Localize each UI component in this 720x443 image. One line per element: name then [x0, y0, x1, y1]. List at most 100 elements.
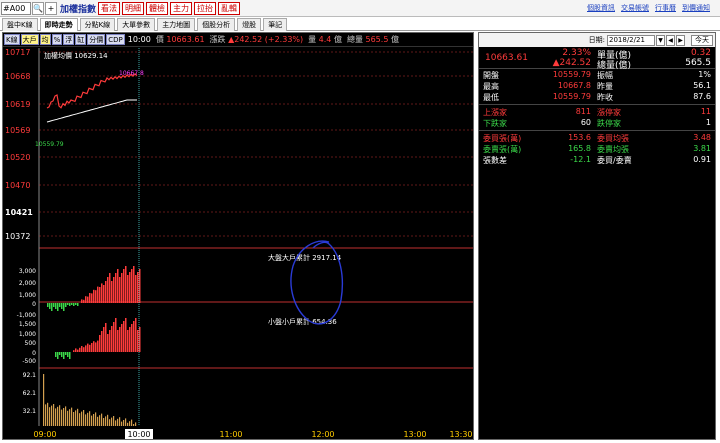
unit-vol-value: 0.32 — [690, 48, 711, 58]
panel2-bar — [59, 303, 61, 307]
panel3-bar — [87, 343, 89, 352]
total-vol-value: 565.5 — [685, 58, 711, 68]
change-value: ▲242.52 (+2.33%) — [228, 35, 304, 44]
panel2-bar — [85, 296, 87, 303]
quote-row: 最低 10559.79 昨收 87.6 — [479, 92, 715, 102]
panel3-bar — [137, 330, 139, 352]
volume-bar — [123, 420, 125, 426]
chart-canvas[interactable]: 10717 10668 10619 10569 10520 10470 10421 10372… — [3, 48, 473, 440]
quote-cell: 委買均張 — [597, 134, 629, 143]
quote-cell: 委買/委賣 — [597, 156, 632, 165]
panel3-bar — [101, 331, 103, 352]
quote-body: 10663.61 2.33% ▲242.52 單量(億) 0.32 總量(億) … — [479, 47, 715, 165]
chart-btn-average[interactable]: 均 — [39, 34, 51, 45]
chart-btn-gang[interactable]: 缸 — [75, 34, 87, 45]
chart-btn-float[interactable]: 浮 — [63, 34, 75, 45]
tab-notes[interactable]: 筆記 — [263, 18, 288, 31]
chevron-down-icon[interactable]: ▼ — [656, 34, 665, 46]
chart-btn-kline[interactable]: K線 — [4, 34, 20, 45]
toolbar-button-misc[interactable]: 亂輯 — [218, 1, 241, 15]
chart-btn-cdp[interactable]: CDP — [106, 34, 125, 45]
panel3-tick: 1,000 — [19, 331, 36, 338]
panel3-tick: 1,500 — [19, 321, 36, 328]
link-calendar[interactable]: 行事曆 — [655, 3, 676, 13]
quote-cell: 昨收 — [597, 93, 613, 102]
link-trade-account[interactable]: 交易帳號 — [621, 3, 649, 13]
panel2-bar — [113, 277, 115, 303]
time-label: 12:00 — [311, 430, 334, 439]
stock-code-input[interactable] — [1, 1, 31, 15]
volume-unit: 億 — [333, 35, 342, 44]
panel2-bar — [47, 303, 49, 307]
quote-row: 開盤 10559.79 振幅 1% — [479, 70, 715, 80]
total-field: 總量 565.5 億 — [347, 34, 399, 45]
quote-cell: 10559.79 — [552, 70, 591, 79]
chart-btn-percent[interactable]: % — [51, 34, 63, 45]
quote-cell: 下跌家 — [483, 119, 507, 128]
total-label: 總量 — [346, 35, 363, 44]
volume-value: 4.4 — [318, 35, 332, 44]
panel2-bar — [125, 266, 127, 303]
panel2-bar — [115, 273, 117, 303]
quote-rows-price: 開盤 10559.79 振幅 1% 最高 10667.8 昨量 56.1 最低 10559.79 昨… — [479, 70, 715, 102]
quote-panel: 日期: 2018/2/21 ▼ ◀ ▶ 今天 10663.61 2.33% ▲2… — [478, 32, 716, 440]
tab-main-force-map[interactable]: 主力地圖 — [157, 18, 196, 31]
quote-cell: 漲停家 — [597, 108, 621, 117]
ma-line — [46, 99, 137, 123]
top-toolbar: 🔍 + 加權指數 看法 明細 體檢 主力 拉抬 亂輯 個股資訊 交易帳號 行事曆… — [0, 0, 720, 17]
panel2-bar — [83, 299, 85, 303]
price-field: 價 10663.61 — [156, 34, 205, 45]
quote-chg: ▲242.52 — [552, 58, 591, 68]
quote-cell: 3.48 — [693, 133, 711, 142]
tab-light-stock[interactable]: 燈股 — [237, 18, 262, 31]
volume-field: 量 4.4 億 — [308, 34, 342, 45]
date-label: 日期: — [588, 36, 605, 44]
link-stock-info[interactable]: 個股資訊 — [587, 3, 615, 13]
toolbar-button-view[interactable]: 看法 — [98, 1, 121, 15]
date-picker[interactable]: 2018/2/21 — [607, 34, 655, 46]
volume-bar — [105, 416, 107, 426]
volume-bar — [91, 415, 93, 426]
chart-btn-big-holder[interactable]: 大戶 — [20, 34, 39, 45]
tab-big-order[interactable]: 大單參數 — [117, 18, 156, 31]
tab-minute-kline[interactable]: 分點K線 — [79, 18, 116, 31]
panel2-bar — [73, 303, 75, 306]
volume-bar — [131, 419, 133, 426]
chart-btn-price-dist[interactable]: 分價 — [87, 34, 106, 45]
tab-intraday-kline[interactable]: 盤中K線 — [2, 18, 38, 31]
volume-bar — [101, 413, 103, 426]
toolbar-button-check[interactable]: 體檢 — [146, 1, 169, 15]
today-button[interactable]: 今天 — [691, 34, 713, 46]
tab-stock-analysis[interactable]: 個股分析 — [197, 18, 236, 31]
link-price-alert[interactable]: 到價通知 — [682, 3, 710, 13]
volume-bar — [119, 417, 121, 426]
panel2-tick: 0 — [32, 301, 36, 308]
time-label: 13:30 — [449, 430, 472, 439]
toolbar-button-detail[interactable]: 明細 — [122, 1, 145, 15]
toolbar-button-main-force[interactable]: 主力 — [170, 1, 193, 15]
panel3-bar — [69, 352, 71, 359]
prev-icon[interactable]: ◀ — [666, 34, 675, 46]
panel3-tick: 0 — [32, 350, 36, 357]
quote-row: 上漲家 811 漲停家 11 — [479, 107, 715, 117]
next-icon[interactable]: ▶ — [676, 34, 685, 46]
volume-bar — [69, 409, 71, 426]
quote-cell: 153.6 — [568, 133, 591, 142]
volume-bar — [71, 407, 73, 426]
quote-cell: 張數差 — [483, 156, 507, 165]
price-tick-label: 10470 — [5, 181, 30, 190]
price-tick-label: 10372 — [5, 232, 30, 241]
add-icon[interactable]: + — [45, 1, 57, 15]
tab-realtime-trend[interactable]: 即時走勢 — [39, 18, 78, 31]
panel3-bar — [55, 352, 57, 357]
low-mark: 10559.79 — [35, 141, 64, 148]
toolbar-button-pull-up[interactable]: 拉抬 — [194, 1, 217, 15]
panel2-bar — [121, 273, 123, 303]
panel3-bar — [81, 346, 83, 352]
panel3-bar — [85, 345, 87, 352]
price-tick-label: 10668 — [5, 72, 30, 81]
quote-cell: 開盤 — [483, 71, 499, 80]
time-label: 10:00 — [127, 430, 150, 439]
price-tick-label: 10421 — [5, 208, 33, 217]
search-icon[interactable]: 🔍 — [32, 1, 44, 15]
